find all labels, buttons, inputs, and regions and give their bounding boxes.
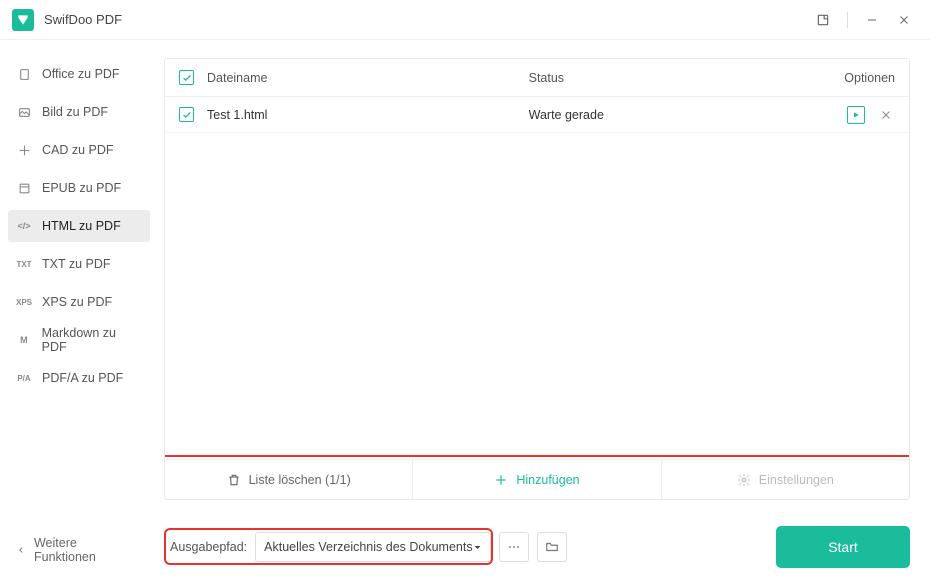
sidebar-item-label: Bild zu PDF <box>42 105 108 119</box>
row-checkbox[interactable] <box>179 107 194 122</box>
select-all-checkbox[interactable] <box>179 70 194 85</box>
titlebar-separator <box>847 12 848 28</box>
settings-button[interactable]: Einstellungen <box>661 460 909 499</box>
html-icon: </> <box>16 218 32 234</box>
add-file-label: Hinzufügen <box>516 473 579 487</box>
sidebar-item-epub[interactable]: EPUB zu PDF <box>8 172 150 204</box>
output-path-label: Ausgabepfad: <box>164 540 247 554</box>
app-title: SwifDoo PDF <box>44 12 809 27</box>
header-status: Status <box>529 71 821 85</box>
row-status: Warte gerade <box>529 108 821 122</box>
sidebar: Office zu PDF Bild zu PDF CAD zu PDF EPU… <box>0 40 158 580</box>
epub-icon <box>16 180 32 196</box>
sidebar-item-txt[interactable]: TXT TXT zu PDF <box>8 248 150 280</box>
sidebar-item-label: Office zu PDF <box>42 67 120 81</box>
table-footer: Liste löschen (1/1) Hinzufügen Einstellu… <box>165 459 909 499</box>
sidebar-item-pdfa[interactable]: P/A PDF/A zu PDF <box>8 362 150 394</box>
sidebar-item-label: CAD zu PDF <box>42 143 114 157</box>
titlebar: SwifDoo PDF <box>0 0 930 40</box>
more-options-button[interactable] <box>499 532 529 562</box>
sidebar-item-label: HTML zu PDF <box>42 219 121 233</box>
row-remove-button[interactable] <box>877 106 895 124</box>
settings-label: Einstellungen <box>759 473 834 487</box>
close-icon <box>880 109 892 121</box>
trash-icon <box>227 473 241 487</box>
sidebar-item-xps[interactable]: XPS XPS zu PDF <box>8 286 150 318</box>
row-play-button[interactable] <box>847 106 865 124</box>
sidebar-item-markdown[interactable]: M Markdown zu PDF <box>8 324 150 356</box>
clear-list-button[interactable]: Liste löschen (1/1) <box>165 460 412 499</box>
xps-icon: XPS <box>16 294 32 310</box>
chevron-down-icon <box>473 543 482 552</box>
plus-icon <box>494 473 508 487</box>
sidebar-item-html[interactable]: </> HTML zu PDF <box>8 210 150 242</box>
file-table: Dateiname Status Optionen Test 1.html Wa… <box>164 58 910 500</box>
start-button[interactable]: Start <box>776 526 910 568</box>
sidebar-item-image[interactable]: Bild zu PDF <box>8 96 150 128</box>
app-logo <box>12 9 34 31</box>
doc-icon <box>16 66 32 82</box>
sidebar-item-label: EPUB zu PDF <box>42 181 121 195</box>
window-minimize-button[interactable] <box>858 6 886 34</box>
play-icon <box>852 111 860 119</box>
more-functions-button[interactable]: Weitere Funktionen <box>8 528 150 572</box>
more-functions-label: Weitere Funktionen <box>34 536 142 564</box>
bottom-bar: Ausgabepfad: Aktuelles Verzeichnis des D… <box>164 526 910 568</box>
output-path-select[interactable]: Aktuelles Verzeichnis des Dokuments <box>255 532 490 562</box>
chevron-left-icon <box>16 545 26 555</box>
window-close-button[interactable] <box>890 6 918 34</box>
main-panel: Dateiname Status Optionen Test 1.html Wa… <box>158 40 930 580</box>
row-filename: Test 1.html <box>201 108 529 122</box>
window-extra-button[interactable] <box>809 6 837 34</box>
header-name: Dateiname <box>201 71 529 85</box>
table-header: Dateiname Status Optionen <box>165 59 909 97</box>
sidebar-item-label: XPS zu PDF <box>42 295 112 309</box>
sidebar-item-cad[interactable]: CAD zu PDF <box>8 134 150 166</box>
start-label: Start <box>828 539 858 555</box>
folder-icon <box>545 540 559 554</box>
sidebar-item-label: TXT zu PDF <box>42 257 111 271</box>
browse-folder-button[interactable] <box>537 532 567 562</box>
gear-icon <box>737 473 751 487</box>
txt-icon: TXT <box>16 256 32 272</box>
markdown-icon: M <box>16 332 32 348</box>
check-icon <box>182 73 192 83</box>
image-icon <box>16 104 32 120</box>
output-path-value: Aktuelles Verzeichnis des Dokuments <box>264 540 472 554</box>
pdfa-icon: P/A <box>16 370 32 386</box>
cad-icon <box>16 142 32 158</box>
table-row[interactable]: Test 1.html Warte gerade <box>165 97 909 133</box>
add-file-button[interactable]: Hinzufügen <box>412 460 660 499</box>
table-empty-area <box>165 133 909 459</box>
sidebar-item-label: Markdown zu PDF <box>42 326 142 354</box>
sidebar-item-label: PDF/A zu PDF <box>42 371 123 385</box>
check-icon <box>182 110 192 120</box>
header-options: Optionen <box>844 71 895 85</box>
dots-icon <box>507 540 521 554</box>
clear-list-label: Liste löschen (1/1) <box>249 473 351 487</box>
sidebar-item-office[interactable]: Office zu PDF <box>8 58 150 90</box>
